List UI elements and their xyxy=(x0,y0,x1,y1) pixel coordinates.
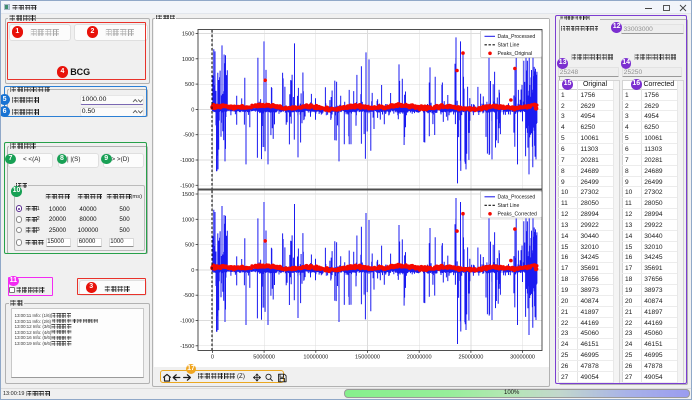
svg-text:1500: 1500 xyxy=(182,192,194,198)
svg-text:10000000: 10000000 xyxy=(303,355,328,361)
svg-text:20000000: 20000000 xyxy=(407,355,432,361)
svg-text:-500: -500 xyxy=(183,133,194,139)
svg-text:5000000: 5000000 xyxy=(253,355,275,361)
svg-text:Peaks_Original: Peaks_Original xyxy=(498,51,533,57)
svg-text:Data_Processed: Data_Processed xyxy=(498,195,536,201)
svg-text:1000: 1000 xyxy=(182,217,194,223)
svg-text:Peaks_Corrected: Peaks_Corrected xyxy=(498,212,538,218)
svg-text:-1500: -1500 xyxy=(180,183,194,189)
svg-text:30000000: 30000000 xyxy=(510,355,535,361)
svg-text:0: 0 xyxy=(211,355,214,361)
svg-text:Start Line: Start Line xyxy=(498,43,520,49)
svg-text:500: 500 xyxy=(185,243,194,249)
svg-text:15000000: 15000000 xyxy=(355,355,380,361)
svg-text:-1000: -1000 xyxy=(180,158,194,164)
svg-text:0: 0 xyxy=(191,268,194,274)
svg-text:Start Line: Start Line xyxy=(498,203,520,209)
svg-text:-500: -500 xyxy=(183,293,194,299)
svg-text:Data_Processed: Data_Processed xyxy=(498,34,536,40)
svg-text:-1500: -1500 xyxy=(180,344,194,350)
svg-text:1000: 1000 xyxy=(182,57,194,63)
svg-text:-1000: -1000 xyxy=(180,319,194,325)
svg-text:1500: 1500 xyxy=(182,32,194,38)
svg-text:0: 0 xyxy=(191,107,194,113)
svg-text:500: 500 xyxy=(185,82,194,88)
svg-text:25000000: 25000000 xyxy=(458,355,483,361)
